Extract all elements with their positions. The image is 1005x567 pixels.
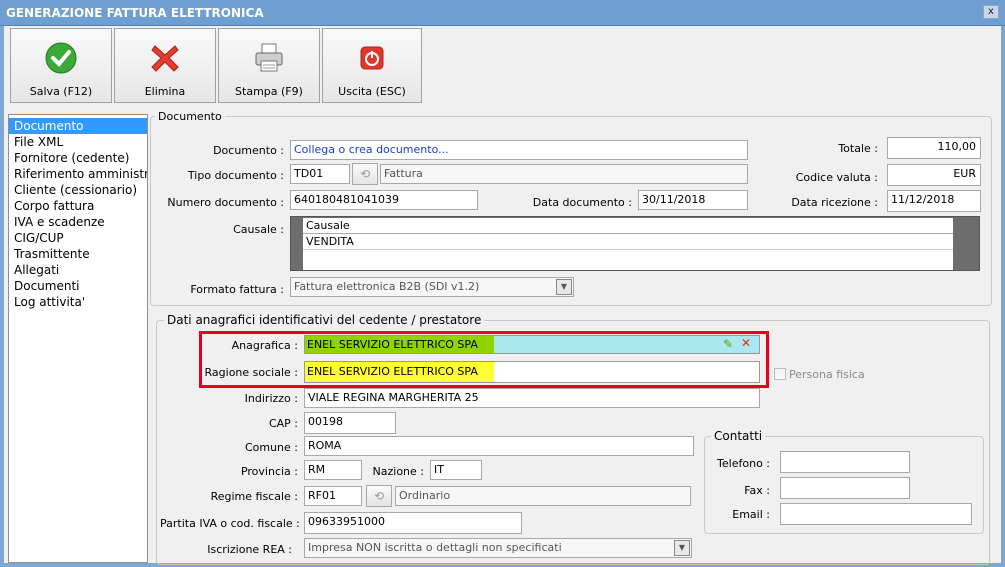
fax-field[interactable] (780, 477, 910, 499)
nazione-label: Nazione : (372, 465, 424, 478)
formato-fattura-label: Formato fattura : (190, 283, 284, 296)
contatti-group-label: Contatti (711, 429, 766, 443)
codice-valuta-field[interactable]: EUR (887, 164, 981, 186)
causale-label: Causale : (233, 223, 284, 236)
iscrizione-rea-value: Impresa NON iscritta o dettagli non spec… (308, 541, 562, 554)
sidebar-item-log[interactable]: Log attivita' (9, 294, 147, 310)
sidebar-item-file-xml[interactable]: File XML (9, 134, 147, 150)
documento-group-label: Documento (155, 110, 225, 123)
cap-field[interactable]: 00198 (304, 412, 396, 434)
email-field[interactable] (780, 503, 972, 525)
sidebar-item-cliente[interactable]: Cliente (cessionario) (9, 182, 147, 198)
refresh-icon: ⟲ (359, 167, 371, 181)
fax-label: Fax : (744, 484, 770, 497)
ragione-sociale-label: Ragione sociale : (204, 366, 298, 379)
data-documento-label: Data documento : (532, 196, 632, 209)
nazione-field[interactable]: IT (430, 460, 482, 480)
tipo-documento-desc: Fattura (380, 164, 748, 184)
ragione-sociale-field[interactable]: ENEL SERVIZIO ELETTRICO SPA (304, 361, 760, 383)
sidebar-item-fornitore[interactable]: Fornitore (cedente) (9, 150, 147, 166)
cap-label: CAP : (268, 417, 298, 430)
data-ricezione-label: Data ricezione : (791, 196, 878, 209)
sidebar-nav: Documento File XML Fornitore (cedente) R… (8, 114, 148, 563)
tipo-documento-code[interactable]: TD01 (290, 164, 350, 184)
numero-documento-label: Numero documento : (167, 196, 284, 209)
sidebar-item-documenti[interactable]: Documenti (9, 278, 147, 294)
persona-fisica-label: Persona fisica (789, 368, 865, 381)
sidebar-item-cig-cup[interactable]: CIG/CUP (9, 230, 147, 246)
formato-fattura-select[interactable]: Fattura elettronica B2B (SDI v1.2) ▼ (290, 277, 574, 297)
causale-grid-body: Causale VENDITA (303, 218, 953, 270)
chevron-down-icon: ▼ (556, 279, 572, 295)
causale-grid: Causale VENDITA (290, 216, 980, 271)
totale-label: Totale : (838, 142, 878, 155)
causale-header: Causale (303, 218, 953, 234)
refresh-icon: ⟲ (373, 489, 385, 503)
documento-link-field[interactable]: Collega o crea documento... (290, 140, 748, 160)
partita-iva-field[interactable]: 09633951000 (304, 512, 522, 534)
window-title: GENERAZIONE FATTURA ELETTRONICA (6, 6, 264, 20)
codice-valuta-label: Codice valuta : (795, 171, 878, 184)
regime-fiscale-label: Regime fiscale : (210, 490, 298, 503)
save-label: Salva (F12) (29, 85, 93, 98)
anagrafica-label: Anagrafica : (231, 339, 298, 352)
print-button[interactable]: Stampa (F9) (218, 28, 320, 103)
delete-button[interactable]: Elimina (114, 28, 216, 103)
telefono-label: Telefono : (717, 457, 770, 470)
title-bar: GENERAZIONE FATTURA ELETTRONICA x (0, 0, 1005, 26)
printer-icon (255, 43, 283, 72)
causale-row[interactable]: VENDITA (303, 234, 953, 250)
documento-label: Documento : (213, 144, 284, 157)
regime-fiscale-desc: Ordinario (395, 486, 691, 506)
save-button[interactable]: Salva (F12) (10, 28, 112, 103)
comune-field[interactable]: ROMA (304, 436, 694, 456)
checkmark-icon (45, 42, 77, 74)
data-ricezione-field[interactable]: 11/12/2018 (887, 190, 981, 212)
sidebar-item-iva-scadenze[interactable]: IVA e scadenze (9, 214, 147, 230)
comune-label: Comune : (244, 441, 298, 454)
partita-iva-label: Partita IVA o cod. fiscale : (160, 517, 300, 530)
data-documento-field[interactable]: 30/11/2018 (638, 190, 748, 210)
clear-icon[interactable]: ✕ (741, 336, 751, 350)
persona-fisica-checkbox[interactable] (774, 368, 786, 380)
sidebar-item-riferimento[interactable]: Riferimento amministrativo (9, 166, 147, 182)
totale-field[interactable]: 110,00 (887, 137, 981, 159)
tipo-documento-label: Tipo documento : (187, 169, 284, 182)
close-button[interactable]: x (983, 5, 999, 19)
provincia-label: Provincia : (240, 465, 298, 478)
sidebar-item-allegati[interactable]: Allegati (9, 262, 147, 278)
tipo-lookup-button[interactable]: ⟲ (352, 163, 378, 185)
sidebar-item-trasmittente[interactable]: Trasmittente (9, 246, 147, 262)
delete-label: Elimina (144, 85, 186, 98)
cedente-group-label: Dati anagrafici identificativi del ceden… (164, 313, 485, 327)
exit-label: Uscita (ESC) (338, 85, 406, 98)
numero-documento-field[interactable]: 640180481041039 (290, 190, 478, 210)
indirizzo-field[interactable]: VIALE REGINA MARGHERITA 25 (304, 388, 760, 408)
provincia-field[interactable]: RM (304, 460, 362, 480)
delete-x-icon (151, 45, 179, 72)
regime-lookup-button[interactable]: ⟲ (366, 485, 392, 507)
iscrizione-rea-select[interactable]: Impresa NON iscritta o dettagli non spec… (304, 538, 692, 558)
anagrafica-value: ENEL SERVIZIO ELETTRICO SPA (305, 336, 494, 353)
print-label: Stampa (F9) (235, 85, 303, 98)
pencil-icon[interactable]: ✎ (723, 337, 733, 351)
ragione-sociale-value: ENEL SERVIZIO ELETTRICO SPA (305, 362, 494, 382)
indirizzo-label: Indirizzo : (244, 392, 298, 405)
regime-fiscale-code[interactable]: RF01 (304, 486, 362, 506)
iscrizione-rea-label: Iscrizione REA : (207, 543, 292, 556)
sidebar-item-corpo-fattura[interactable]: Corpo fattura (9, 198, 147, 214)
email-label: Email : (732, 508, 770, 521)
power-icon (360, 46, 384, 70)
exit-button[interactable]: Uscita (ESC) (322, 28, 422, 103)
sidebar-item-documento[interactable]: Documento (9, 118, 147, 134)
telefono-field[interactable] (780, 451, 910, 473)
anagrafica-field[interactable]: ENEL SERVIZIO ELETTRICO SPA ✎ ✕ (304, 335, 760, 354)
chevron-down-icon: ▼ (674, 540, 690, 556)
formato-fattura-value: Fattura elettronica B2B (SDI v1.2) (294, 280, 480, 293)
